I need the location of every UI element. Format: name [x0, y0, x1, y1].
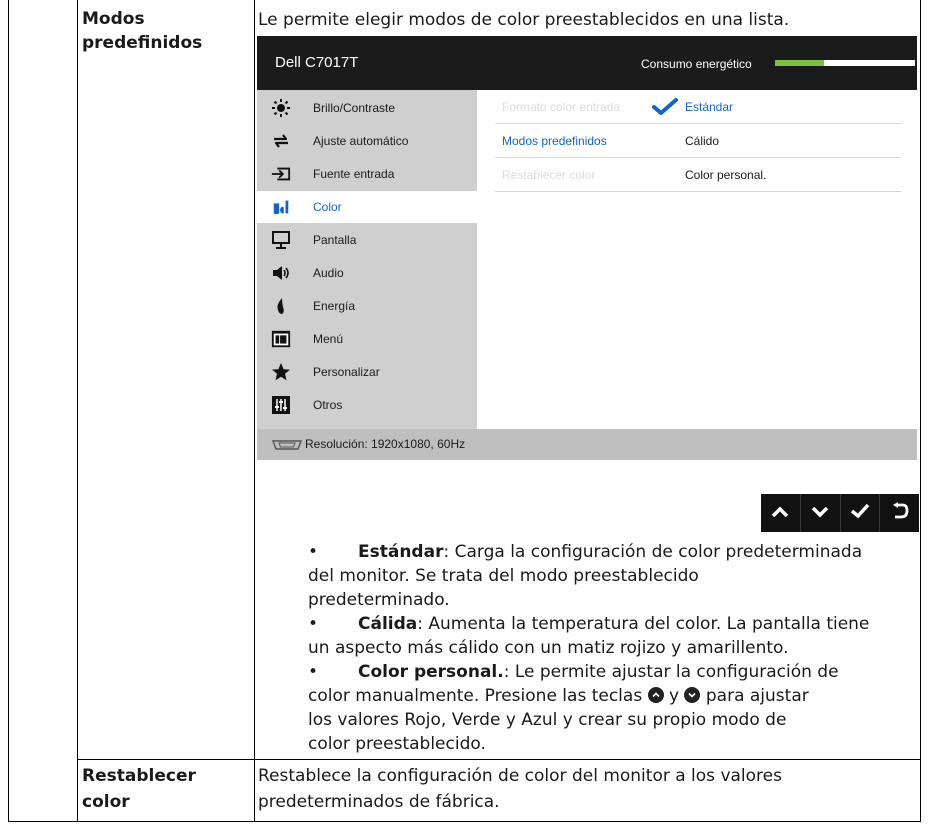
term-line: predefinidos	[82, 33, 203, 53]
preset-mode-list: • Estándar: Carga la configuración de co…	[308, 540, 908, 756]
menu-item-label: Energía	[313, 299, 356, 313]
menu-item-label: Menú	[313, 332, 344, 346]
list-item-term: Estándar	[358, 542, 444, 562]
term-restablecer-color: Restablecer color	[82, 764, 196, 814]
osd-main-menu: Brillo/Contraste Ajuste automático Fuent…	[257, 90, 477, 429]
menu-item-otros[interactable]: Otros	[257, 389, 477, 421]
ok-button[interactable]	[841, 494, 881, 532]
up-key-icon	[647, 687, 664, 703]
osd-submenu: Formato color entrada Estándar Modos pre…	[477, 90, 917, 429]
energy-icon	[271, 296, 291, 316]
bullet-dot: •	[308, 662, 319, 682]
bullet-dot: •	[308, 542, 319, 562]
osd-header: Dell C7017T Consumo energético	[257, 36, 917, 90]
input-source-icon	[271, 164, 291, 184]
menu-item-label: Brillo/Contraste	[313, 101, 396, 115]
monitor-model: Dell C7017T	[275, 54, 359, 71]
row-description-line: predeterminados de fábrica.	[258, 792, 500, 812]
brightness-icon	[271, 98, 291, 118]
osd-footer: Resolución: 1920x1080, 60Hz	[257, 429, 917, 460]
menu-item-label: Ajuste automático	[313, 134, 409, 148]
table-border-left	[8, 0, 9, 822]
display-icon	[271, 230, 291, 250]
table-border-col1	[77, 0, 78, 822]
energy-bar-fill	[775, 60, 824, 66]
auto-adjust-icon	[271, 131, 291, 151]
table-border-bottom	[8, 821, 921, 822]
energy-bar	[775, 60, 915, 66]
submenu-row-modos-predefinidos[interactable]: Modos predefinidos Cálido	[495, 124, 901, 158]
table-border-right	[920, 0, 921, 822]
menu-icon	[271, 329, 291, 349]
submenu-value: Color personal.	[685, 168, 767, 182]
list-item-text: color preestablecido.	[308, 734, 486, 754]
menu-item-label: Otros	[313, 398, 343, 412]
menu-item-fuente-entrada[interactable]: Fuente entrada	[257, 158, 477, 190]
menu-item-pantalla[interactable]: Pantalla	[257, 224, 477, 256]
hdmi-icon	[271, 437, 303, 453]
submenu-row-formato-color[interactable]: Formato color entrada Estándar	[495, 90, 901, 124]
others-icon	[271, 395, 291, 415]
list-item-text: : Le permite ajustar la configuración de	[503, 662, 839, 682]
row-description: Restablece la configuración de color del…	[258, 764, 782, 814]
resolution-text: Resolución: 1920x1080, 60Hz	[305, 437, 466, 451]
list-item-text: predeterminado.	[308, 590, 450, 610]
term-line: color	[82, 792, 130, 812]
menu-item-ajuste-automatico[interactable]: Ajuste automático	[257, 125, 477, 157]
row-description: Le permite elegir modos de color preesta…	[258, 10, 790, 30]
back-icon	[891, 502, 909, 524]
list-item-term: Color personal.	[358, 662, 504, 682]
list-item: • Estándar: Carga la configuración de co…	[308, 540, 908, 612]
submenu-value: Cálido	[685, 134, 720, 148]
menu-item-energia[interactable]: Energía	[257, 290, 477, 322]
menu-item-label: Audio	[313, 266, 344, 280]
menu-item-audio[interactable]: Audio	[257, 257, 477, 289]
row-description-line: Restablece la configuración de color del…	[258, 766, 782, 786]
table-row-divider	[77, 759, 921, 760]
menu-item-label: Personalizar	[313, 365, 380, 379]
list-item-term: Cálida	[358, 614, 418, 634]
list-item-text: del monitor. Se trata del modo preestabl…	[308, 566, 699, 586]
down-button[interactable]	[801, 494, 841, 532]
list-item-text: para ajustar	[705, 686, 809, 706]
list-item-text: : Aumenta la temperatura del color. La p…	[417, 614, 870, 634]
chevron-up-icon	[770, 504, 790, 523]
menu-item-menu[interactable]: Menú	[257, 323, 477, 355]
submenu-key: Restablecer color	[502, 168, 596, 182]
table-border-col2	[254, 0, 255, 822]
list-item-text: y	[669, 686, 680, 706]
color-icon	[271, 197, 291, 217]
menu-item-brillo-contraste[interactable]: Brillo/Contraste	[257, 92, 477, 124]
energy-label: Consumo energético	[641, 57, 752, 71]
list-item-text: : Carga la configuración de color predet…	[443, 542, 863, 562]
star-icon	[271, 362, 291, 382]
submenu-value: Estándar	[685, 100, 734, 114]
audio-icon	[271, 263, 291, 283]
submenu-row-restablecer-color[interactable]: Restablecer color Color personal.	[495, 158, 901, 192]
up-button[interactable]	[761, 494, 801, 532]
osd-menu: Dell C7017T Consumo energético Brillo/Co…	[257, 36, 917, 460]
list-item-text: los valores Rojo, Verde y Azul y crear s…	[308, 710, 787, 730]
menu-item-label: Fuente entrada	[313, 167, 395, 181]
check-icon	[652, 98, 678, 116]
term-line: Restablecer	[82, 766, 196, 786]
osd-buttons	[761, 494, 919, 532]
submenu-key: Modos predefinidos	[502, 134, 607, 148]
bullet-dot: •	[308, 614, 319, 634]
term-modos-predefinidos: Modos predefinidos	[82, 7, 202, 55]
list-item-text: color manualmente. Presione las teclas	[308, 686, 643, 706]
menu-item-label: Pantalla	[313, 233, 357, 247]
back-button[interactable]	[880, 494, 919, 532]
list-item: • Color personal.: Le permite ajustar la…	[308, 660, 908, 756]
menu-item-personalizar[interactable]: Personalizar	[257, 356, 477, 388]
term-line: Modos	[82, 9, 145, 29]
menu-item-label: Color	[313, 200, 342, 214]
menu-item-color[interactable]: Color	[257, 191, 477, 223]
list-item-text: un aspecto más cálido con un matiz rojiz…	[308, 638, 789, 658]
down-key-icon	[684, 687, 701, 703]
check-icon	[850, 503, 870, 523]
list-item: • Cálida: Aumenta la temperatura del col…	[308, 612, 908, 660]
chevron-down-icon	[810, 504, 830, 523]
submenu-key: Formato color entrada	[502, 100, 621, 114]
